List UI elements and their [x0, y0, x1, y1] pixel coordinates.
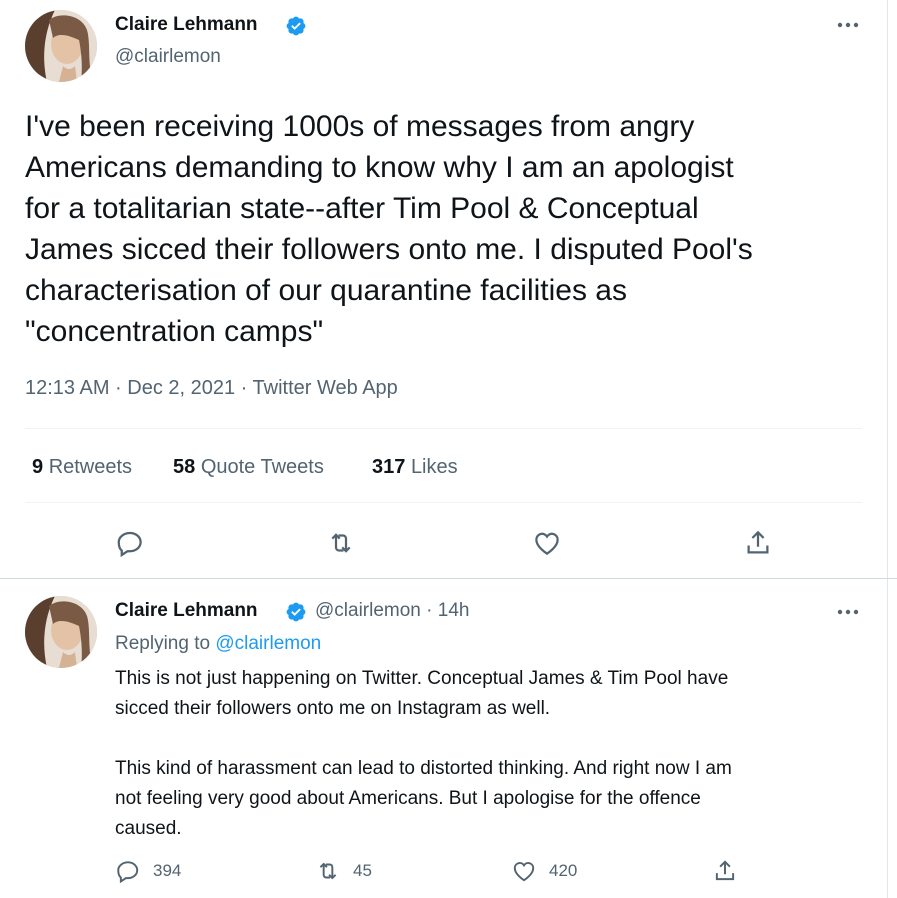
likes-stat[interactable]: 317 Likes	[372, 456, 458, 479]
retweet-icon	[319, 862, 337, 880]
more-icon[interactable]	[836, 18, 860, 36]
retweet-button[interactable]: 45	[315, 858, 372, 884]
reply-button[interactable]	[115, 528, 145, 558]
like-count: 420	[549, 861, 578, 880]
like-button[interactable]	[532, 528, 562, 558]
retweet-count: 45	[353, 861, 372, 880]
replying-to: Replying to @clairlemon	[115, 633, 321, 655]
share-button[interactable]	[712, 858, 738, 884]
retweet-button[interactable]	[326, 528, 356, 558]
reply-button[interactable]: 394	[115, 858, 181, 884]
author-handle-text: @clairlemon	[315, 600, 421, 621]
heart-icon	[513, 862, 535, 882]
reply-text: This is not just happening on Twitter. C…	[115, 668, 732, 839]
like-button[interactable]: 420	[511, 858, 577, 884]
share-icon	[747, 530, 769, 554]
retweet-icon	[331, 533, 351, 553]
retweets-count: 9	[32, 456, 44, 478]
quote-tweets-stat[interactable]: 58 Quote Tweets	[173, 456, 324, 479]
more-icon[interactable]	[836, 605, 860, 623]
retweets-stat[interactable]: 9 Retweets	[32, 456, 132, 479]
reply-count: 394	[153, 861, 182, 880]
tweet-timestamp[interactable]: 12:13 AM · Dec 2, 2021 · Twitter Web App	[25, 377, 398, 400]
tweet-text: I've been receiving 1000s of messages fr…	[25, 110, 753, 348]
avatar[interactable]	[25, 10, 97, 82]
divider	[25, 428, 862, 429]
verified-badge-icon	[285, 15, 307, 42]
reply-icon	[117, 861, 139, 884]
replying-to-prefix: Replying to	[115, 633, 211, 654]
tweet-separator	[0, 578, 897, 579]
likes-label: Likes	[410, 456, 458, 478]
heart-icon	[535, 532, 559, 555]
author-name[interactable]: Claire Lehmann	[115, 14, 258, 36]
tweet-time: · 14h	[426, 600, 470, 621]
avatar[interactable]	[25, 596, 97, 668]
author-handle[interactable]: @clairlemon · 14h	[315, 600, 469, 622]
quote-tweets-label: Quote Tweets	[200, 456, 324, 478]
main-tweet: Claire Lehmann @clairlemon I've been rec…	[0, 0, 897, 578]
retweets-label: Retweets	[48, 456, 133, 478]
quote-tweets-count: 58	[173, 456, 196, 478]
author-handle[interactable]: @clairlemon	[115, 46, 221, 68]
share-button[interactable]	[743, 528, 773, 558]
share-icon	[715, 860, 735, 881]
author-name[interactable]: Claire Lehmann	[115, 600, 258, 622]
verified-badge-icon	[285, 601, 307, 628]
divider	[25, 502, 862, 503]
likes-count: 317	[372, 456, 406, 478]
reply-icon	[117, 531, 142, 558]
replying-to-handle[interactable]: @clairlemon	[215, 633, 321, 654]
